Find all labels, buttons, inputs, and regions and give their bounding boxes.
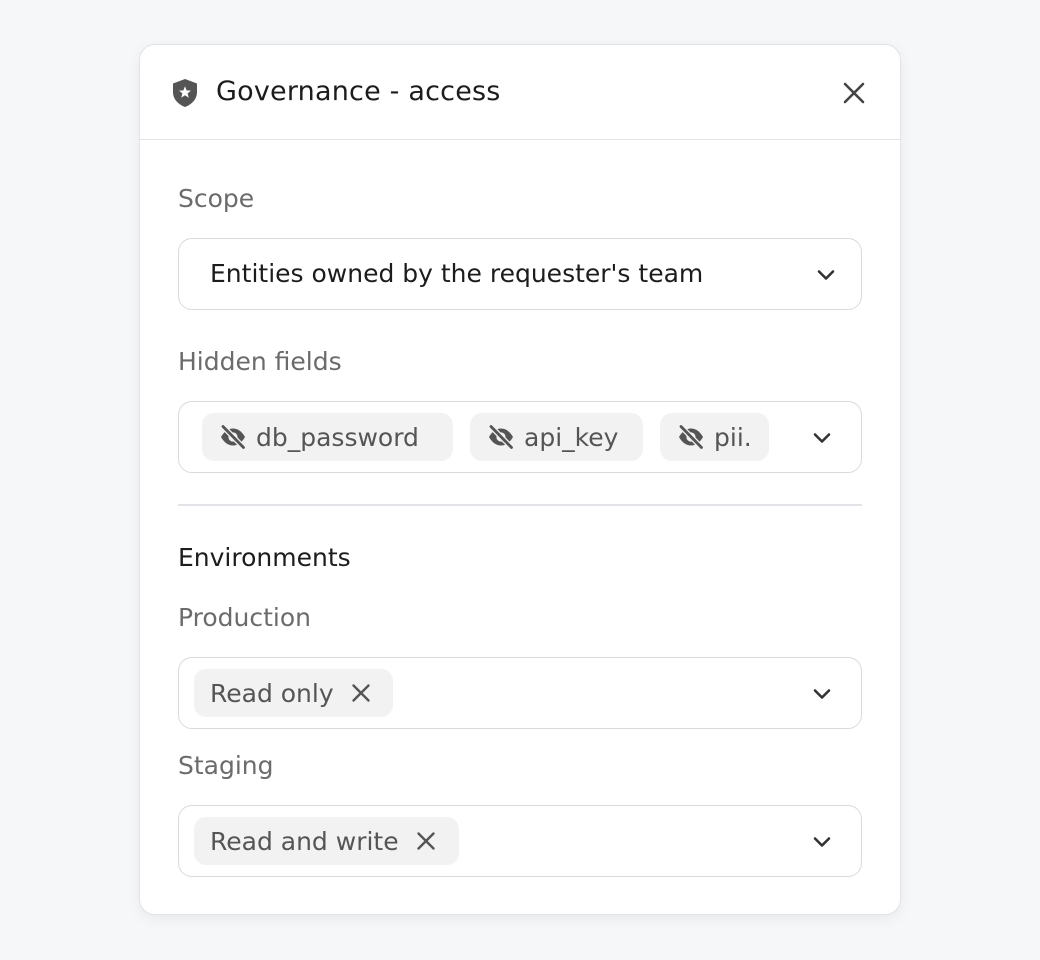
- eye-off-icon: [220, 423, 247, 451]
- chevron-down-icon: [813, 433, 831, 443]
- eye-off-icon: [678, 423, 705, 451]
- hidden-fields-label: Hidden fields: [178, 347, 342, 376]
- panel-header: Governance - access: [140, 45, 900, 140]
- hidden-fields-select[interactable]: db_password api_key pii.: [178, 401, 862, 473]
- staging-select[interactable]: Read and write: [178, 805, 862, 877]
- staging-permission-chip: Read and write: [194, 817, 459, 865]
- chevron-down-icon: [817, 270, 835, 280]
- chevron-down-icon: [813, 837, 831, 847]
- remove-chip-icon[interactable]: [350, 682, 372, 704]
- close-icon[interactable]: [840, 79, 868, 107]
- governance-access-panel: Governance - access Scope Entities owned…: [139, 44, 901, 915]
- scope-select[interactable]: Entities owned by the requester's team: [178, 238, 862, 310]
- shield-star-icon: [173, 79, 197, 107]
- hidden-field-chip: pii.: [660, 413, 769, 461]
- panel-title: Governance - access: [216, 76, 501, 107]
- production-select[interactable]: Read only: [178, 657, 862, 729]
- chevron-down-icon: [813, 689, 831, 699]
- production-label: Production: [178, 603, 312, 632]
- staging-permission-chip-label: Read and write: [210, 826, 399, 856]
- page-background: Governance - access Scope Entities owned…: [0, 0, 1040, 960]
- hidden-field-chip-label: pii.: [714, 422, 752, 452]
- remove-chip-icon[interactable]: [415, 830, 437, 852]
- eye-off-icon: [488, 423, 515, 451]
- production-permission-chip: Read only: [194, 669, 393, 717]
- production-permission-chip-label: Read only: [210, 678, 334, 708]
- hidden-field-chip-label: db_password: [256, 422, 419, 452]
- section-divider: [178, 504, 862, 506]
- scope-select-value: Entities owned by the requester's team: [210, 259, 704, 288]
- hidden-field-chip: db_password: [202, 413, 453, 461]
- environments-title: Environments: [178, 543, 351, 572]
- hidden-field-chip: api_key: [470, 413, 643, 461]
- staging-label: Staging: [178, 751, 274, 780]
- scope-label: Scope: [178, 184, 255, 213]
- hidden-field-chip-label: api_key: [524, 422, 619, 452]
